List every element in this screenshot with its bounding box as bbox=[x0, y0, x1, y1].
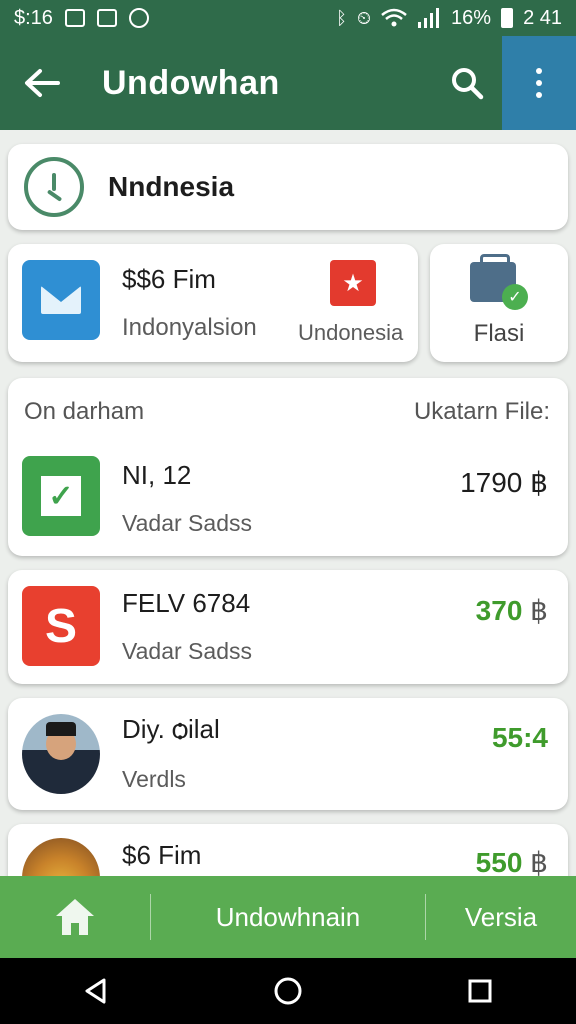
nav-tab-undowhnain[interactable]: Undowhnain bbox=[151, 876, 425, 958]
square-recents-icon bbox=[468, 979, 492, 1003]
bag-notification-icon bbox=[96, 9, 117, 27]
summary-card[interactable]: $$6 Fim Indonyalsion ★ Undonesia bbox=[8, 244, 418, 362]
item-name: NI, 12 bbox=[122, 460, 192, 490]
more-options-button[interactable] bbox=[502, 36, 576, 130]
image-notification-icon bbox=[64, 9, 85, 27]
s-logo-icon: S bbox=[22, 586, 100, 666]
item-amount: 550 ฿ bbox=[475, 847, 548, 878]
app-bar: Undowhan bbox=[0, 36, 576, 130]
system-back-button[interactable] bbox=[66, 961, 126, 1021]
avatar bbox=[22, 714, 100, 794]
arrow-left-icon bbox=[25, 69, 60, 97]
bottom-navigation: Undowhnain Versia bbox=[0, 876, 576, 958]
circle-home-icon bbox=[274, 977, 302, 1005]
item-sub: Vadar Sadss bbox=[122, 638, 252, 664]
item-amount: 1790 ฿ bbox=[460, 467, 548, 498]
item-name: Diy. ѻilal bbox=[122, 714, 220, 744]
flasi-label: Flasi bbox=[473, 320, 525, 347]
signal-icon bbox=[418, 8, 440, 28]
status-time-left: $:16 bbox=[14, 6, 53, 29]
nav-home-button[interactable] bbox=[0, 876, 150, 958]
list-header-right[interactable]: Ukatarn File: bbox=[414, 398, 550, 426]
bluetooth-icon: ᛒ bbox=[336, 8, 347, 28]
system-navigation-bar bbox=[0, 958, 576, 1024]
location-label: Nndnesia bbox=[108, 171, 235, 202]
item-name: $6 Fim bbox=[122, 840, 202, 870]
home-icon bbox=[56, 899, 94, 935]
list-item[interactable]: Diy. ѻilal Verdls 55:4 bbox=[8, 698, 568, 810]
summary-subtitle: Indonyalsion bbox=[122, 314, 257, 341]
nav-tab-versia[interactable]: Versia bbox=[426, 876, 576, 958]
back-button[interactable] bbox=[0, 36, 84, 130]
star-flag-icon: ★ bbox=[330, 260, 376, 306]
more-vertical-icon bbox=[536, 68, 542, 98]
list-item[interactable]: S FELV 6784 Vadar Sadss 370 ฿ bbox=[8, 570, 568, 684]
triangle-back-icon bbox=[85, 978, 106, 1004]
status-time-right: 2 41 bbox=[523, 6, 562, 29]
alarm-icon: ⏲ bbox=[356, 8, 372, 28]
battery-percent: 16% bbox=[451, 6, 492, 29]
item-amount: 55:4 bbox=[491, 722, 548, 753]
transaction-list-card: On darham Ukatarn File: ✓ NI, 12 Vadar S… bbox=[8, 378, 568, 556]
search-button[interactable] bbox=[432, 36, 502, 130]
item-amount: 370 ฿ bbox=[475, 595, 548, 626]
flag-label: Undonesia bbox=[298, 320, 404, 345]
search-icon bbox=[452, 68, 484, 100]
item-sub: Verdls bbox=[122, 766, 186, 792]
system-recents-button[interactable] bbox=[450, 961, 510, 1021]
list-header-left: On darham bbox=[24, 398, 145, 425]
item-name: FELV 6784 bbox=[122, 588, 251, 618]
battery-icon bbox=[501, 8, 514, 28]
flasi-card[interactable]: ✓ Flasi bbox=[430, 244, 568, 362]
summary-title: $$6 Fim bbox=[122, 264, 216, 294]
mail-icon bbox=[22, 260, 100, 340]
wifi-icon bbox=[381, 8, 407, 27]
check-icon: ✓ bbox=[22, 456, 100, 536]
check-badge-icon: ✓ bbox=[502, 284, 528, 310]
app-notification-icon bbox=[128, 8, 149, 28]
page-title: Undowhan bbox=[102, 63, 280, 102]
status-bar: $:16 ᛒ ⏲ 16% 2 41 bbox=[0, 0, 576, 36]
clock-icon bbox=[24, 157, 84, 217]
item-sub: Vadar Sadss bbox=[122, 510, 252, 536]
location-card[interactable]: Nndnesia bbox=[8, 144, 568, 230]
system-home-button[interactable] bbox=[258, 961, 318, 1021]
